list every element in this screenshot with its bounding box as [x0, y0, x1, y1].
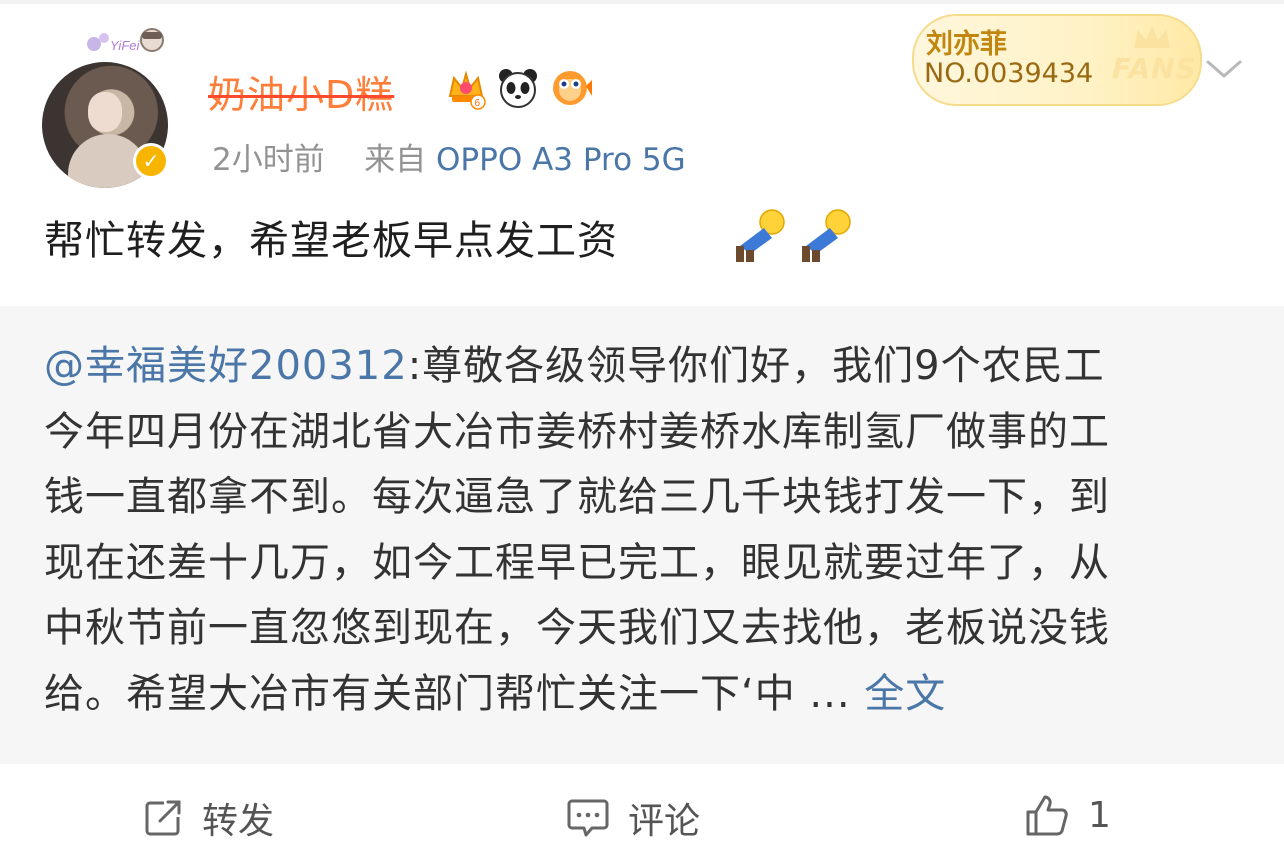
fans-card-name: 刘亦菲	[926, 29, 1007, 60]
post-time: 2小时前	[212, 142, 325, 178]
post-meta: 2小时前 来自 OPPO A3 Pro 5G	[212, 134, 686, 179]
avatar-frame-decoration-icon: YiFei	[87, 28, 164, 53]
source-prefix: 来自	[364, 142, 427, 178]
action-bar: 转发 评论 1	[0, 764, 1284, 856]
repost-mention[interactable]: @幸福美好200312	[44, 343, 408, 389]
repost-icon	[145, 800, 181, 836]
doge-man-kneel-icon	[736, 209, 785, 262]
repost-button[interactable]: 转发	[142, 792, 274, 844]
full-text-link[interactable]: 全文	[864, 671, 946, 717]
comment-icon	[567, 799, 609, 837]
fans-card-label: FANS	[1112, 52, 1197, 85]
fish-icon[interactable]	[548, 66, 592, 110]
svg-text:6: 6	[475, 98, 481, 109]
like-button[interactable]: 1	[1024, 792, 1111, 838]
post-emoji	[732, 206, 856, 264]
comment-button[interactable]: 评论	[566, 792, 700, 844]
crown-icon	[1134, 26, 1170, 48]
panda-icon[interactable]	[496, 66, 540, 110]
crown-level-6-icon[interactable]: 6	[444, 66, 488, 110]
thumbs-up-icon	[1026, 795, 1068, 836]
avatar[interactable]: YiFei ✓	[40, 26, 175, 188]
doge-man-kneel-icon	[802, 209, 851, 262]
chevron-down-icon[interactable]	[1204, 58, 1244, 82]
user-badges: 6	[444, 66, 592, 110]
repost-line: 钱一直都拿不到。每次逼急了就给三几千块钱打发一下，到	[44, 474, 1110, 520]
repost-line: 中秋节前一直忽悠到现在，今天我们又去找他，老板说没钱	[44, 605, 1110, 651]
repost-line: 今年四月份在湖北省大冶市姜桥村姜桥水库制氢厂做事的工	[44, 408, 1110, 455]
repost-line: :尊敬各级领导你们好，我们9个农民工	[407, 343, 1105, 389]
verified-icon: ✓	[133, 143, 169, 179]
repost-text: @幸福美好200312:尊敬各级领导你们好，我们9个农民工 今年四月份在湖北省大…	[44, 334, 1244, 727]
repost-line: 现在还差十几万，如今工程早已完工，眼见就要过年了，从	[44, 539, 1110, 586]
like-count: 1	[1088, 794, 1111, 836]
comment-label: 评论	[628, 801, 701, 842]
repost-line: 给。希望大冶市有关部门帮忙关注一下‘中 ...	[44, 670, 865, 717]
username[interactable]: 奶油小D糕	[208, 64, 394, 119]
repost-label: 转发	[202, 801, 275, 842]
post-text: 帮忙转发，希望老板早点发工资	[44, 218, 618, 264]
device-link[interactable]: OPPO A3 Pro 5G	[436, 142, 686, 178]
top-divider	[0, 0, 1284, 4]
svg-text:YiFei: YiFei	[110, 38, 140, 53]
fans-card-number: NO.0039434	[924, 58, 1094, 89]
